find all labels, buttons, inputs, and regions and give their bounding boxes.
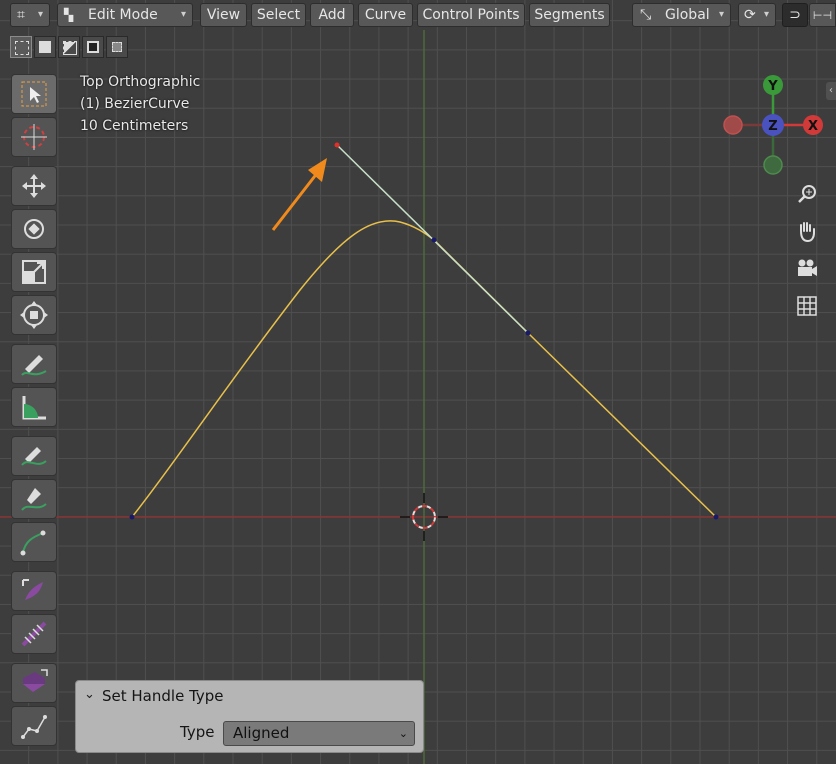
- tool-radius[interactable]: [11, 706, 57, 746]
- gizmo-z-axis[interactable]: Z: [762, 114, 784, 136]
- select-intersect-button[interactable]: [106, 36, 128, 58]
- edit-mode-icon: ▚: [64, 8, 74, 22]
- gizmo-y-label: Y: [767, 79, 778, 94]
- menu-add[interactable]: Add: [310, 3, 354, 27]
- control-point: [129, 514, 135, 520]
- tool-extrude[interactable]: [11, 663, 57, 703]
- viewport-header: ⌗ ▾ ▚ Edit Mode ▾ View Select Add Curve …: [0, 0, 836, 30]
- mode-label: Edit Mode: [88, 7, 158, 23]
- camera-icon[interactable]: [795, 257, 819, 281]
- chevron-down-icon: ▾: [37, 9, 43, 20]
- tool-curve-pen[interactable]: [11, 522, 57, 562]
- tool-transform[interactable]: [11, 295, 57, 335]
- select-subtract-button[interactable]: [58, 36, 80, 58]
- handle-point: [525, 330, 531, 336]
- select-new-icon: [15, 41, 29, 55]
- curve-pen-icon: [20, 530, 46, 556]
- select-invert-icon: [87, 41, 99, 53]
- chevron-down-icon: ▾: [763, 9, 769, 20]
- tool-draw[interactable]: [11, 436, 57, 476]
- annotate-icon: [21, 355, 47, 376]
- rotate-icon: [24, 219, 44, 239]
- orientation-label: Global: [665, 7, 710, 23]
- gizmo-x-label: X: [808, 119, 818, 134]
- tilt-icon: [22, 579, 43, 600]
- select-box-icon: [21, 81, 47, 107]
- handle-type-dropdown[interactable]: Aligned ⌄: [223, 721, 415, 746]
- tool-pen[interactable]: [11, 479, 57, 519]
- zoom-icon[interactable]: [795, 182, 819, 206]
- magnet-icon: ⊃: [789, 7, 801, 23]
- tool-randomize[interactable]: [11, 614, 57, 654]
- select-extend-button[interactable]: [34, 36, 56, 58]
- tool-tilt[interactable]: [11, 571, 57, 611]
- select-extend-icon: [39, 41, 51, 53]
- cursor-icon: [21, 124, 47, 150]
- menu-control-points[interactable]: Control Points: [417, 3, 525, 27]
- orientation-icon: ⤡: [640, 7, 652, 23]
- navigation-gizmo[interactable]: Y Z X: [718, 72, 828, 182]
- tool-annotate[interactable]: [11, 344, 57, 384]
- object-name: (1) BezierCurve: [80, 96, 190, 112]
- grid-icon[interactable]: [795, 294, 819, 318]
- hand-icon[interactable]: [795, 219, 819, 243]
- tool-scale[interactable]: [11, 252, 57, 292]
- panel-title[interactable]: Set Handle Type: [102, 687, 224, 705]
- transform-icon: [20, 301, 48, 329]
- pivot-dropdown[interactable]: ⟳ ▾: [738, 3, 776, 27]
- type-label: Type: [180, 723, 215, 741]
- chevron-down-icon: ▾: [718, 9, 724, 20]
- pivot-icon: ⟳: [744, 7, 756, 23]
- pen-icon: [21, 488, 47, 511]
- menu-curve[interactable]: Curve: [358, 3, 413, 27]
- grid-scale-label: 10 Centimeters: [80, 118, 189, 134]
- viewport-canvas[interactable]: [0, 0, 836, 764]
- view-name: Top Orthographic: [80, 74, 201, 90]
- sidebar-toggle[interactable]: ‹: [826, 82, 836, 100]
- gizmo-x-axis[interactable]: X: [803, 115, 823, 135]
- draw-icon: [21, 447, 47, 466]
- snap-toggle[interactable]: ⊃: [782, 3, 808, 27]
- snap-target-button[interactable]: ⊢⊣: [809, 3, 836, 27]
- orientation-dropdown[interactable]: ⤡ Global ▾: [632, 3, 731, 27]
- annotation-arrow: [271, 158, 327, 231]
- editor-type-icon: ⌗: [17, 7, 25, 23]
- control-point: [431, 237, 437, 243]
- chevron-down-icon[interactable]: ⌄: [84, 687, 95, 702]
- gizmo-z-label: Z: [768, 119, 777, 134]
- chevron-down-icon: ▾: [180, 9, 186, 20]
- mode-dropdown[interactable]: ▚ Edit Mode ▾: [57, 3, 193, 27]
- tool-cursor[interactable]: [11, 117, 57, 157]
- menu-select[interactable]: Select: [251, 3, 306, 27]
- operator-panel: ⌄ Set Handle Type Type Aligned ⌄: [75, 680, 424, 753]
- select-intersect-icon: [112, 42, 122, 52]
- scale-icon: [22, 260, 46, 284]
- select-new-button[interactable]: [10, 36, 32, 58]
- tool-move[interactable]: [11, 166, 57, 206]
- handle-type-value: Aligned: [233, 724, 290, 742]
- chevron-down-icon: ⌄: [398, 727, 408, 740]
- control-point: [713, 514, 719, 520]
- tool-measure[interactable]: [11, 387, 57, 427]
- select-invert-button[interactable]: [82, 36, 104, 58]
- radius-icon: [21, 715, 47, 739]
- selected-handle-point: [334, 142, 340, 148]
- tool-rotate[interactable]: [11, 209, 57, 249]
- gizmo-y-axis[interactable]: Y: [763, 75, 783, 95]
- snap-increment-icon: ⊢⊣: [812, 9, 833, 22]
- measure-icon: [22, 396, 46, 420]
- move-icon: [22, 174, 46, 198]
- menu-view[interactable]: View: [200, 3, 247, 27]
- extrude-icon: [23, 669, 48, 692]
- editor-type-button[interactable]: ⌗ ▾: [10, 3, 50, 27]
- select-subtract-icon: [63, 41, 77, 55]
- tool-select-box[interactable]: [11, 74, 57, 114]
- randomize-icon: [21, 621, 47, 647]
- menu-segments[interactable]: Segments: [529, 3, 610, 27]
